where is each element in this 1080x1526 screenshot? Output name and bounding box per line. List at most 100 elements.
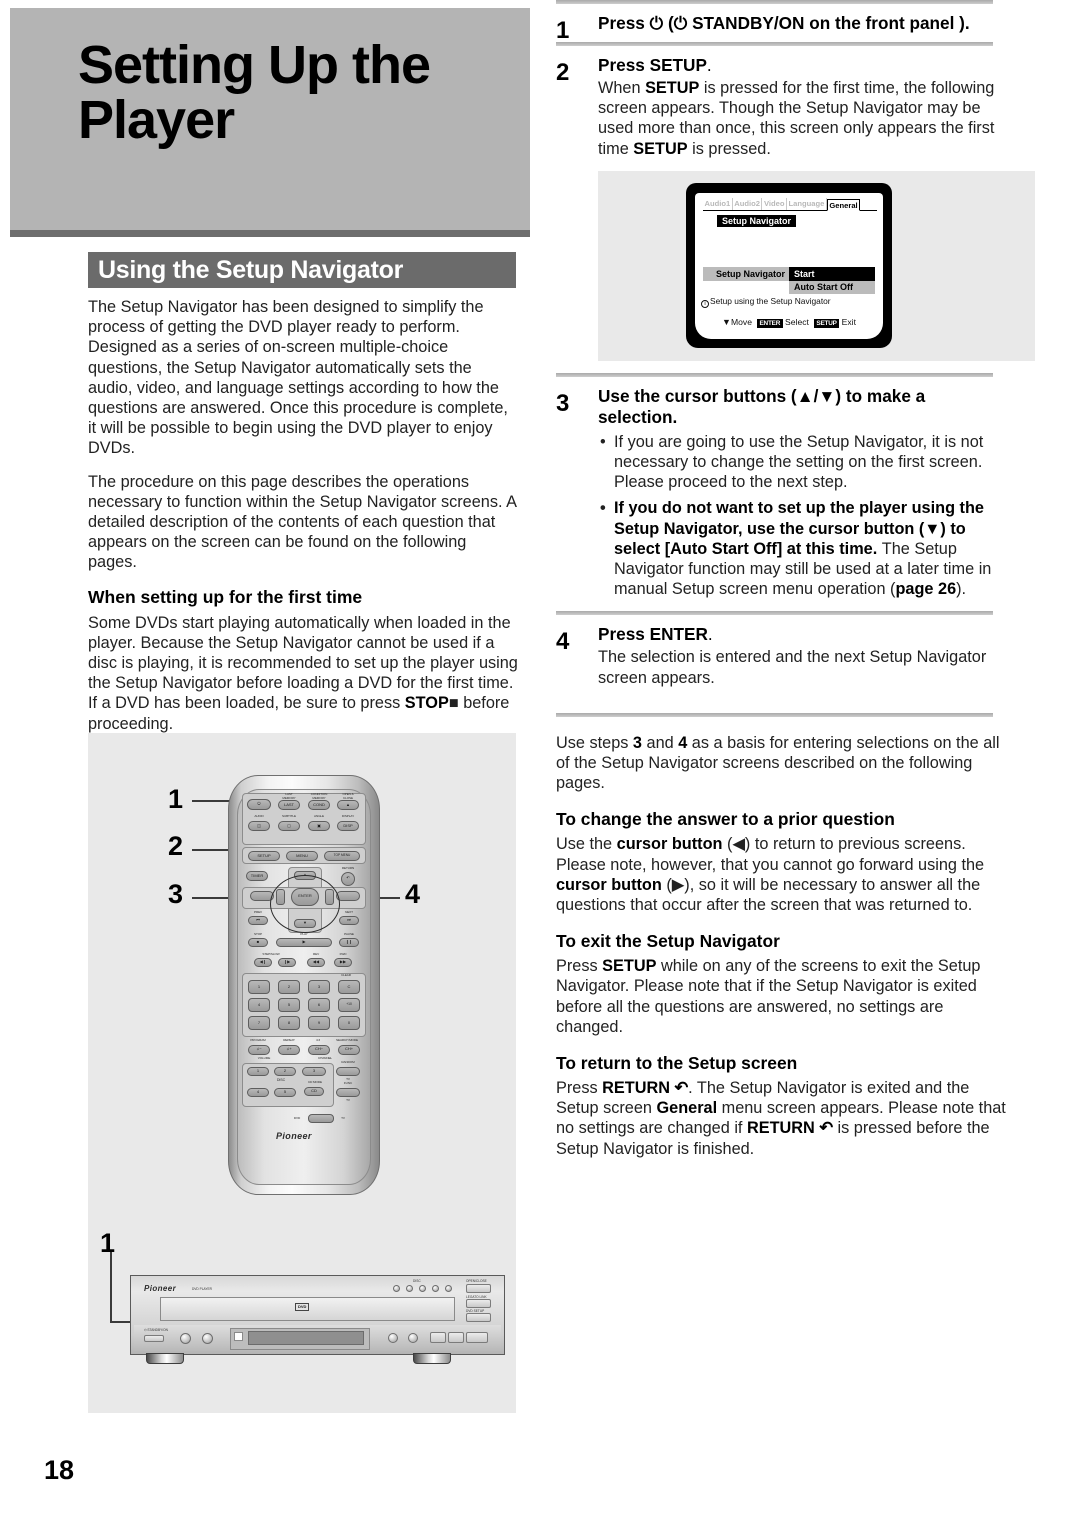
angle-icon: ▣	[317, 823, 321, 828]
osd-option-start[interactable]: Start	[789, 266, 875, 281]
setup-keyword-1: SETUP	[645, 79, 700, 97]
step-4: 4 Press ENTER. The selection is entered …	[556, 615, 1008, 698]
player-knob-4[interactable]	[408, 1333, 418, 1343]
forward-scan-icon: ▶▶	[339, 959, 347, 964]
left-body-text: The Setup Navigator has been designed to…	[88, 297, 518, 747]
player-display-icon	[234, 1332, 243, 1341]
eject-icon: ▲	[346, 802, 350, 807]
disc-4-glyph: 4	[256, 1089, 260, 1094]
player-knob-3[interactable]	[388, 1333, 398, 1343]
dvd-badge-text: DVD	[298, 1304, 307, 1309]
general-keyword: General	[656, 1099, 718, 1118]
osd-tab-audio1[interactable]: Audio1	[703, 197, 733, 210]
player-model-label: DVD PLAYER	[192, 1287, 212, 1291]
disc-3-glyph: 3	[312, 1068, 316, 1073]
disc-lamp-2	[406, 1285, 413, 1292]
disc-2-glyph: 2	[283, 1068, 287, 1073]
step-1-head-pre: Press	[598, 13, 650, 33]
player-foot-right	[413, 1353, 451, 1364]
osd-tab-audio2[interactable]: Audio2	[733, 197, 763, 210]
stop-label: STOP	[254, 932, 262, 936]
last-memory-glyph: LAST	[283, 802, 294, 807]
step-slow-label: STEP/SLOW	[262, 952, 280, 956]
step-slow-forward-icon: ❙▶	[283, 959, 291, 964]
menu-glyph: MENU	[296, 853, 308, 858]
osd-tab-bar: Audio1 Audio2 Video Language General	[703, 197, 877, 211]
step-1: 1 Press ⏻ (⏻ STANDBY/ON on the front pan…	[556, 4, 1008, 44]
dvd-setup-button[interactable]	[466, 1313, 491, 1322]
summary-paragraph: Use steps 3 and 4 as a basis for enterin…	[556, 733, 1008, 794]
step-1-body: Press ⏻ (⏻ STANDBY/ON on the front panel…	[598, 13, 1008, 34]
search-mode-label: SEARCH MODE	[336, 1038, 358, 1042]
open-close-player-button[interactable]	[466, 1284, 491, 1293]
step-4-body: Press ENTER. The selection is entered an…	[598, 624, 1008, 687]
disc-1-glyph: 1	[256, 1068, 260, 1073]
legato-link-button[interactable]	[466, 1299, 491, 1308]
heading-change-answer: To change the answer to a prior question	[556, 809, 895, 830]
cursor-down-icon: ▼	[722, 317, 731, 328]
step-2-t1: When	[598, 79, 646, 97]
osd-enter-group: ENTER Select	[756, 316, 809, 328]
volume-up-glyph: ♫+	[286, 1046, 292, 1051]
disc-lamp-4	[432, 1285, 439, 1292]
player-play-button[interactable]	[466, 1332, 488, 1343]
disc-lamp-1	[393, 1285, 400, 1292]
section-heading-bar: Using the Setup Navigator	[88, 252, 516, 288]
power-standby-icon: ⏻	[649, 13, 664, 33]
random-button[interactable]	[336, 1067, 360, 1076]
dvd-player-illustration: Pioneer DVD PLAYER DISC OPEN/CLOSE LEGAT…	[130, 1275, 505, 1364]
player-knob-2[interactable]	[202, 1333, 213, 1344]
program-label: PROGRAM	[250, 1038, 266, 1042]
numpad-0-glyph: 0	[347, 1020, 351, 1025]
step-4-number: 4	[556, 628, 570, 656]
cd-mode-glyph: CD	[311, 1088, 317, 1093]
tv-func-label: TV FUNC	[343, 1077, 353, 1085]
player-pause-button[interactable]	[448, 1332, 464, 1343]
dvd-switch-left-label: DVD	[293, 1116, 301, 1120]
step-2-head-bold: Press SETUP	[598, 55, 707, 75]
player-stop-button[interactable]	[430, 1332, 446, 1343]
setup-keyword-2: SETUP	[633, 139, 688, 158]
volume-down-glyph: ♫−	[256, 1046, 262, 1051]
standby-on-button[interactable]	[144, 1335, 164, 1342]
tv-bezel: Audio1 Audio2 Video Language General Set…	[686, 182, 892, 348]
channel-up-glyph: CH+	[344, 1046, 354, 1051]
osd-footer-bar: ▼Move ENTER Select SETUP Exit	[695, 317, 883, 328]
power-icon: ⏻	[257, 801, 261, 806]
summary-step-3-ref: 3	[632, 733, 642, 752]
osd-option-auto-start-off[interactable]: Auto Start Off	[789, 280, 875, 294]
callout-remote-3: 3	[168, 879, 184, 909]
step-2: 2 Press SETUP. When SETUP is pressed for…	[556, 46, 1035, 373]
heading-return-setup: To return to the Setup screen	[556, 1053, 798, 1074]
osd-enter-label: Select	[785, 316, 809, 327]
condition-memory-glyph: COND	[313, 802, 325, 807]
page-26-reference[interactable]: page 26	[895, 580, 956, 598]
step-slow-reverse-icon: ◀❙	[259, 959, 267, 964]
dvd-tv-switch[interactable]	[308, 1114, 334, 1123]
chapter-title-line1: Setting Up the	[78, 35, 431, 95]
tv-func-button[interactable]	[336, 1088, 360, 1097]
pause-icon: ❙❙	[345, 939, 353, 944]
disc-indicator-label: DISC	[413, 1279, 421, 1283]
numpad-4-glyph: 4	[257, 1002, 261, 1007]
osd-tab-language[interactable]: Language	[787, 197, 827, 210]
osd-tab-general[interactable]: General	[826, 199, 861, 211]
step-3: 3 Use the cursor buttons (▲/▼) to make a…	[556, 377, 1008, 612]
osd-figure: Audio1 Audio2 Video Language General Set…	[598, 170, 1035, 361]
play-label: PLAY	[300, 932, 308, 936]
numpad-plus10-glyph: +10	[346, 1002, 352, 1006]
osd-setup-group: SETUP Exit	[813, 316, 856, 328]
player-knob-1[interactable]	[180, 1333, 191, 1344]
step-2-head-tail: .	[706, 55, 712, 75]
chapter-title-line2: Player	[78, 90, 235, 151]
angle-label: ANGLE	[314, 814, 324, 818]
step-2-heading: Press SETUP.	[598, 55, 1008, 76]
chapter-title: Setting Up the Player	[78, 35, 518, 151]
osd-tab-video[interactable]: Video	[762, 197, 788, 210]
callout-remote-4: 4	[405, 879, 421, 909]
step-4-head-tail: .	[707, 624, 713, 645]
chapter-underline-rule	[10, 230, 530, 237]
cursor-button-keyword-1: cursor button	[616, 835, 723, 854]
osd-setup-label: Exit	[841, 316, 856, 327]
heading-exit-navigator: To exit the Setup Navigator	[556, 931, 780, 952]
